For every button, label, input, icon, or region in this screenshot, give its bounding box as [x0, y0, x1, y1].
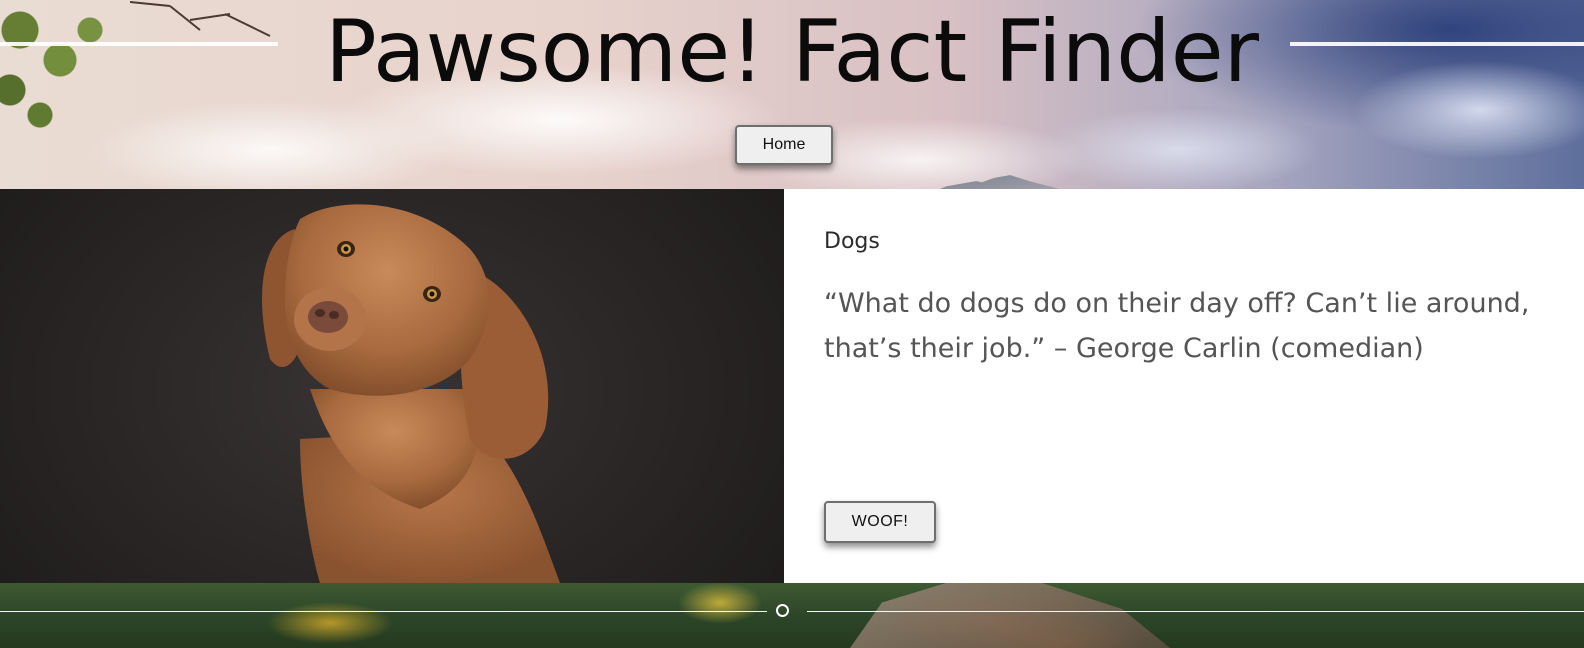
dog-photo-icon — [262, 204, 560, 583]
home-button[interactable]: Home — [735, 125, 833, 165]
woof-button[interactable]: WOOF! — [824, 501, 936, 543]
forest-banner — [0, 583, 1584, 648]
dog-photo-panel — [0, 189, 784, 583]
fact-card: Dogs “What do dogs do on their day off? … — [784, 189, 1584, 583]
mountain-peaks-decoration — [940, 173, 1060, 189]
fact-quote: “What do dogs do on their day off? Can’t… — [824, 288, 1530, 364]
divider-line-right — [807, 611, 1584, 612]
divider-circle-icon — [776, 604, 789, 617]
hero-banner: Pawsome! Fact Finder Home — [0, 0, 1584, 189]
rock-outcrop-decoration — [850, 583, 1170, 648]
site-title: Pawsome! Fact Finder — [324, 2, 1260, 102]
card-heading: Dogs — [824, 229, 880, 254]
divider-line-left — [0, 611, 767, 612]
